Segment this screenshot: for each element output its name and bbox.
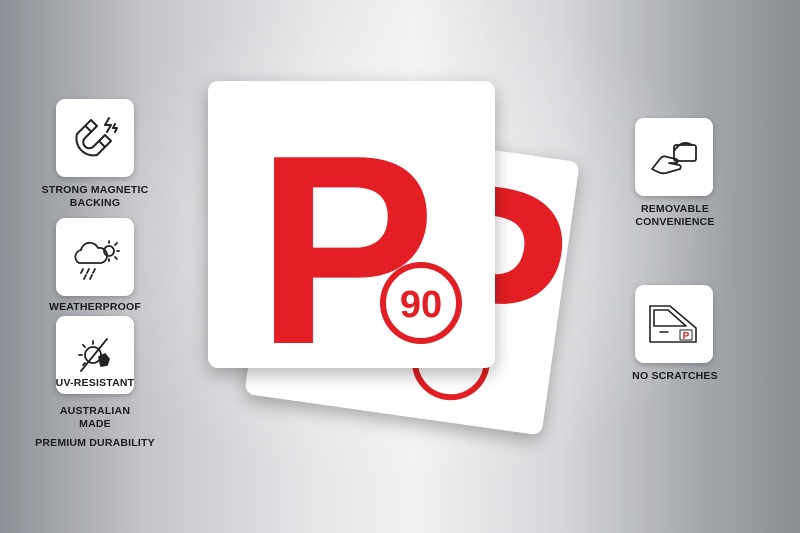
no-scratches-label-line1: NO SCRATCHES [632, 370, 718, 382]
removable-label: REMOVABLE CONVENIENCE [618, 203, 732, 229]
magnet-label-line2: BACKING [69, 197, 121, 209]
product-image: P P 90 STRONG MAGNETIC BACKING [0, 0, 800, 533]
no-scratches-label: NO SCRATCHES [618, 370, 732, 383]
removable-badge [635, 118, 713, 196]
front-p-plate: P 90 [208, 81, 495, 368]
removable-label-line1: REMOVABLE [640, 203, 710, 215]
australian-made-line1: AUSTRALIAN [59, 405, 131, 417]
magnet-label-line1: STRONG MAGNETIC [41, 184, 149, 196]
car-door-icon: P [649, 305, 697, 343]
magnet-icon [75, 117, 118, 157]
speed-limit-value: 90 [400, 284, 442, 326]
premium-durability-line1: PREMIUM DURABILITY [35, 437, 155, 449]
magnet-badge [56, 99, 134, 177]
weatherproof-badge [56, 218, 134, 296]
uv-label: UV-RESISTANT [38, 377, 152, 390]
weatherproof-label-line1: WEATHERPROOF [48, 301, 142, 313]
premium-durability-label: PREMIUM DURABILITY [30, 437, 160, 450]
hand-peel-icon [651, 142, 697, 175]
removable-label-line2: CONVENIENCE [635, 216, 715, 228]
magnet-label: STRONG MAGNETIC BACKING [38, 184, 152, 210]
no-scratches-badge: P [635, 285, 713, 363]
svg-text:P: P [683, 331, 690, 342]
australian-made-label: AUSTRALIAN MADE [38, 405, 152, 431]
weather-icon [74, 240, 120, 280]
australian-made-line2: MADE [79, 418, 111, 430]
front-plate-graphic: P 90 [256, 100, 462, 368]
weatherproof-label: WEATHERPROOF [38, 301, 152, 314]
uv-sun-icon [78, 338, 110, 372]
uv-label-line1: UV-RESISTANT [55, 377, 135, 389]
